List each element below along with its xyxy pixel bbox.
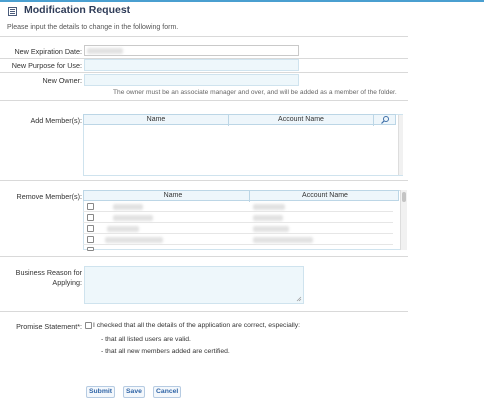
divider [0, 100, 408, 101]
divider [0, 36, 408, 37]
resize-handle-icon[interactable] [296, 296, 302, 302]
cancel-button[interactable]: Cancel [153, 386, 182, 398]
table-row[interactable] [83, 201, 393, 212]
promise-checkbox[interactable] [85, 322, 92, 329]
owner-input[interactable] [84, 74, 299, 86]
redacted-name [105, 237, 163, 243]
row-checkbox[interactable] [87, 247, 94, 251]
divider [0, 180, 408, 181]
divider [0, 311, 408, 312]
row-checkbox[interactable] [87, 214, 94, 221]
purpose-input[interactable] [84, 59, 299, 71]
business-reason-label: Business Reason for [15, 268, 82, 277]
add-members-label: Add Member(s): [30, 116, 82, 125]
divider [0, 72, 408, 73]
remove-members-scrollbar[interactable] [400, 190, 407, 250]
redacted-name [107, 226, 139, 232]
purpose-label: New Purpose for Use: [11, 61, 82, 70]
promise-bullet-2: - that all new members added are certifi… [101, 348, 230, 355]
remove-members-header: Name Account Name [83, 190, 399, 202]
column-header-account: Account Name [229, 115, 374, 126]
owner-note: The owner must be an associate manager a… [113, 89, 397, 96]
top-accent-bar [0, 0, 484, 2]
search-icon[interactable] [374, 115, 396, 126]
add-members-scrollbar[interactable] [398, 115, 403, 175]
remove-members-label: Remove Member(s): [16, 192, 83, 201]
page-title: Modification Request [24, 4, 131, 16]
row-checkbox[interactable] [87, 225, 94, 232]
owner-label: New Owner: [42, 76, 82, 85]
submit-button[interactable]: Submit [86, 386, 116, 398]
redacted-name [113, 204, 143, 210]
redacted-account [253, 226, 289, 232]
redacted-name [113, 215, 153, 221]
business-reason-textarea[interactable] [84, 266, 304, 304]
scrollbar-thumb[interactable] [402, 192, 406, 202]
column-header-name: Name [84, 115, 229, 126]
row-checkbox[interactable] [87, 236, 94, 243]
redacted-account [253, 204, 285, 210]
table-row[interactable] [83, 212, 393, 223]
row-checkbox[interactable] [87, 203, 94, 210]
promise-statement-label: Promise Statement*: [16, 322, 82, 331]
divider [0, 256, 408, 257]
redacted-account [253, 237, 313, 243]
page-subtitle: Please input the details to change in th… [7, 24, 179, 31]
business-reason-label-2: Applying: [52, 278, 82, 287]
add-members-header: Name Account Name [83, 114, 396, 126]
table-row[interactable] [83, 245, 393, 251]
expiration-date-label: New Expiration Date: [14, 47, 82, 56]
redacted-value [87, 48, 123, 54]
save-button[interactable]: Save [123, 386, 145, 398]
promise-statement-text: I checked that all the details of the ap… [93, 322, 301, 329]
form-icon [8, 7, 17, 16]
table-row[interactable] [83, 223, 393, 234]
table-row[interactable] [83, 234, 393, 245]
promise-bullet-1: - that all listed users are valid. [101, 336, 191, 343]
expiration-date-input[interactable] [84, 45, 299, 56]
redacted-account [253, 215, 283, 221]
